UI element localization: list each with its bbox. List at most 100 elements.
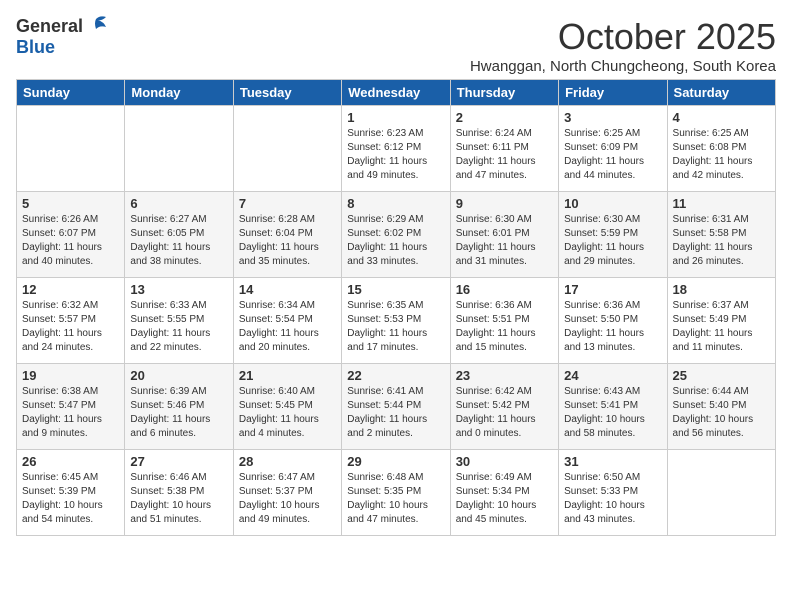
calendar-cell: 24Sunrise: 6:43 AMSunset: 5:41 PMDayligh… [559,364,667,450]
day-number: 22 [347,368,444,383]
day-number: 8 [347,196,444,211]
calendar-cell: 20 Sunrise: 6:39 AMSunset: 5:46 PMDayligh… [125,364,233,450]
calendar-cell: 2Sunrise: 6:24 AMSunset: 6:11 PMDaylight… [450,106,558,192]
calendar-cell: 7 Sunrise: 6:28 AMSunset: 6:04 PMDaylight… [233,192,341,278]
calendar-cell: 5Sunrise: 6:26 AMSunset: 6:07 PMDaylight… [17,192,125,278]
day-info: Sunrise: 6:39 AMSunset: 5:46 PMDaylight:… [130,385,227,441]
day-number: 16 [456,282,553,297]
day-number: 5 [22,196,119,211]
day-number: 2 [456,110,553,125]
day-number: 27 [130,454,227,469]
day-info: Sunrise: 6:38 AMSunset: 5:47 PMDaylight:… [22,385,119,441]
day-info: Sunrise: 6:46 AMSunset: 5:38 PMDaylight:… [130,471,227,527]
day-info: Sunrise: 6:31 AMSunset: 5:58 PMDaylight:… [673,213,770,269]
day-number: 4 [673,110,770,125]
calendar-week-row: 19Sunrise: 6:38 AMSunset: 5:47 PMDayligh… [17,364,776,450]
day-number: 1 [347,110,444,125]
day-number: 20 [130,368,227,383]
logo: General Blue [16,16,108,58]
logo-general-text: General [16,16,83,37]
day-info: Sunrise: 6:29 AMSunset: 6:02 PMDaylight:… [347,213,444,269]
day-info: Sunrise: 6:25 AMSunset: 6:09 PMDaylight:… [564,127,661,183]
day-number: 18 [673,282,770,297]
day-info: Sunrise: 6:49 AMSunset: 5:34 PMDaylight:… [456,471,553,527]
calendar-week-row: 26Sunrise: 6:45 AMSunset: 5:39 PMDayligh… [17,450,776,536]
day-info: Sunrise: 6:30 AMSunset: 6:01 PMDaylight:… [456,213,553,269]
day-info: Sunrise: 6:44 AMSunset: 5:40 PMDaylight:… [673,385,770,441]
calendar-cell: 22 Sunrise: 6:41 AMSunset: 5:44 PMDayligh… [342,364,450,450]
location-subtitle: Hwanggan, North Chungcheong, South Korea [470,58,776,75]
calendar-cell: 17 Sunrise: 6:36 AMSunset: 5:50 PMDayligh… [559,278,667,364]
day-number: 23 [456,368,553,383]
day-info: Sunrise: 6:41 AMSunset: 5:44 PMDaylight:… [347,385,444,441]
calendar-cell: 27 Sunrise: 6:46 AMSunset: 5:38 PMDayligh… [125,450,233,536]
day-info: Sunrise: 6:43 AMSunset: 5:41 PMDaylight:… [564,385,661,441]
day-number: 14 [239,282,336,297]
calendar-cell: 8 Sunrise: 6:29 AMSunset: 6:02 PMDaylight… [342,192,450,278]
logo-bird-icon [86,15,108,35]
month-title: October 2025 [470,16,776,58]
calendar-week-row: 5Sunrise: 6:26 AMSunset: 6:07 PMDaylight… [17,192,776,278]
title-block: October 2025 Hwanggan, North Chungcheong… [470,16,776,75]
day-number: 11 [673,196,770,211]
day-info: Sunrise: 6:35 AMSunset: 5:53 PMDaylight:… [347,299,444,355]
day-info: Sunrise: 6:28 AMSunset: 6:04 PMDaylight:… [239,213,336,269]
weekday-header-cell: Wednesday [342,80,450,106]
day-info: Sunrise: 6:36 AMSunset: 5:50 PMDaylight:… [564,299,661,355]
weekday-header-cell: Tuesday [233,80,341,106]
day-number: 26 [22,454,119,469]
day-info: Sunrise: 6:32 AMSunset: 5:57 PMDaylight:… [22,299,119,355]
day-info: Sunrise: 6:48 AMSunset: 5:35 PMDaylight:… [347,471,444,527]
day-number: 12 [22,282,119,297]
day-number: 7 [239,196,336,211]
calendar-cell: 3 Sunrise: 6:25 AMSunset: 6:09 PMDaylight… [559,106,667,192]
calendar-cell: 15 Sunrise: 6:35 AMSunset: 5:53 PMDayligh… [342,278,450,364]
calendar-cell: 13 Sunrise: 6:33 AMSunset: 5:55 PMDayligh… [125,278,233,364]
weekday-header-row: SundayMondayTuesdayWednesdayThursdayFrid… [17,80,776,106]
day-number: 29 [347,454,444,469]
day-info: Sunrise: 6:50 AMSunset: 5:33 PMDaylight:… [564,471,661,527]
calendar-cell [233,106,341,192]
day-number: 17 [564,282,661,297]
day-info: Sunrise: 6:30 AMSunset: 5:59 PMDaylight:… [564,213,661,269]
logo-blue-text: Blue [16,37,55,58]
calendar-cell: 23Sunrise: 6:42 AMSunset: 5:42 PMDayligh… [450,364,558,450]
calendar-cell: 16Sunrise: 6:36 AMSunset: 5:51 PMDayligh… [450,278,558,364]
calendar-cell: 4 Sunrise: 6:25 AMSunset: 6:08 PMDaylight… [667,106,775,192]
day-info: Sunrise: 6:25 AMSunset: 6:08 PMDaylight:… [673,127,770,183]
calendar-cell: 14Sunrise: 6:34 AMSunset: 5:54 PMDayligh… [233,278,341,364]
day-number: 9 [456,196,553,211]
day-number: 15 [347,282,444,297]
calendar-table: SundayMondayTuesdayWednesdayThursdayFrid… [16,79,776,536]
day-number: 21 [239,368,336,383]
weekday-header-cell: Friday [559,80,667,106]
day-info: Sunrise: 6:37 AMSunset: 5:49 PMDaylight:… [673,299,770,355]
calendar-cell: 19Sunrise: 6:38 AMSunset: 5:47 PMDayligh… [17,364,125,450]
calendar-week-row: 1 Sunrise: 6:23 AMSunset: 6:12 PMDaylight… [17,106,776,192]
day-number: 30 [456,454,553,469]
calendar-cell: 6Sunrise: 6:27 AMSunset: 6:05 PMDaylight… [125,192,233,278]
calendar-cell: 11 Sunrise: 6:31 AMSunset: 5:58 PMDayligh… [667,192,775,278]
day-number: 3 [564,110,661,125]
calendar-cell [667,450,775,536]
day-info: Sunrise: 6:23 AMSunset: 6:12 PMDaylight:… [347,127,444,183]
calendar-cell: 25 Sunrise: 6:44 AMSunset: 5:40 PMDayligh… [667,364,775,450]
weekday-header-cell: Thursday [450,80,558,106]
day-info: Sunrise: 6:27 AMSunset: 6:05 PMDaylight:… [130,213,227,269]
weekday-header-cell: Monday [125,80,233,106]
calendar-cell: 31Sunrise: 6:50 AMSunset: 5:33 PMDayligh… [559,450,667,536]
calendar-cell: 10 Sunrise: 6:30 AMSunset: 5:59 PMDayligh… [559,192,667,278]
calendar-week-row: 12 Sunrise: 6:32 AMSunset: 5:57 PMDayligh… [17,278,776,364]
calendar-cell: 18 Sunrise: 6:37 AMSunset: 5:49 PMDayligh… [667,278,775,364]
calendar-cell: 28Sunrise: 6:47 AMSunset: 5:37 PMDayligh… [233,450,341,536]
day-number: 10 [564,196,661,211]
calendar-cell: 26Sunrise: 6:45 AMSunset: 5:39 PMDayligh… [17,450,125,536]
day-number: 25 [673,368,770,383]
calendar-cell: 1 Sunrise: 6:23 AMSunset: 6:12 PMDaylight… [342,106,450,192]
day-number: 28 [239,454,336,469]
day-info: Sunrise: 6:40 AMSunset: 5:45 PMDaylight:… [239,385,336,441]
weekday-header-cell: Saturday [667,80,775,106]
day-info: Sunrise: 6:33 AMSunset: 5:55 PMDaylight:… [130,299,227,355]
calendar-body: 1 Sunrise: 6:23 AMSunset: 6:12 PMDaylight… [17,106,776,536]
day-number: 13 [130,282,227,297]
